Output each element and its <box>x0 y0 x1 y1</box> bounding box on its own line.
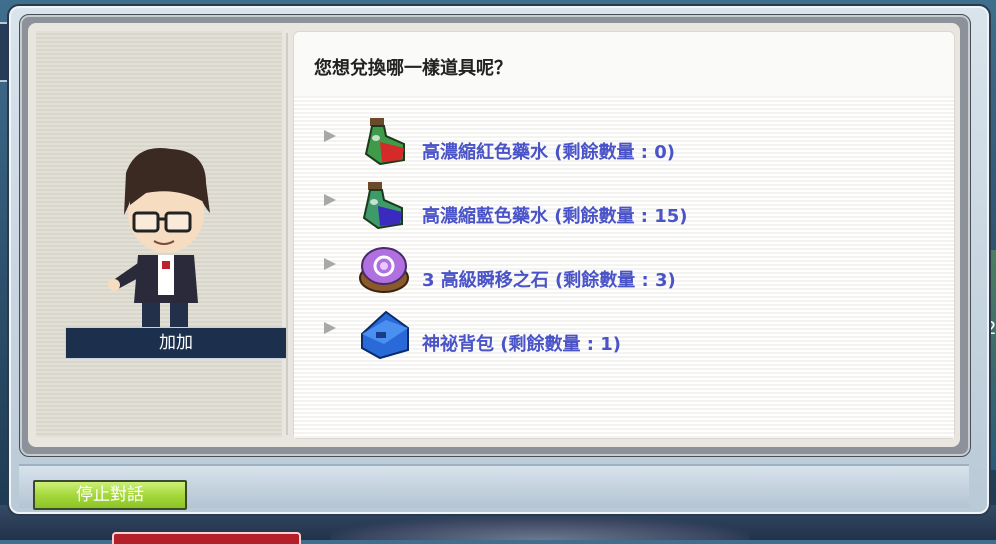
dialog-inner-frame: 加加 您想兌換哪一樣道具呢？ 高濃縮紅色藥水 (剩餘數量 : 0) 高濃縮藍色藥… <box>19 14 971 457</box>
exchange-option-red-potion[interactable]: 高濃縮紅色藥水 (剩餘數量 : 0) <box>324 114 934 170</box>
panel-divider <box>286 33 288 435</box>
dialog-question: 您想兌換哪一樣道具呢？ <box>314 58 512 79</box>
dialog-text-panel: 您想兌換哪一樣道具呢？ 高濃縮紅色藥水 (剩餘數量 : 0) 高濃縮藍色藥水 (… <box>293 31 955 439</box>
blue-potion-icon <box>362 182 403 230</box>
option-label: 3 高級瞬移之石 (剩餘數量 : 3) <box>422 270 676 291</box>
background-rock <box>330 516 750 540</box>
backpack-icon <box>361 310 409 360</box>
background-red-tab <box>112 532 301 544</box>
npc-name-label: 加加 <box>65 327 287 359</box>
dialog-content: 加加 您想兌換哪一樣道具呢？ 高濃縮紅色藥水 (剩餘數量 : 0) 高濃縮藍色藥… <box>28 23 960 447</box>
exchange-option-blue-potion[interactable]: 高濃縮藍色藥水 (剩餘數量 : 15) <box>324 178 934 234</box>
red-potion-icon <box>364 118 405 166</box>
npc-portrait-panel: 加加 <box>36 31 287 437</box>
option-label: 高濃縮藍色藥水 (剩餘數量 : 15) <box>422 206 688 227</box>
npc-character-image <box>108 148 210 333</box>
option-arrow-icon <box>324 322 336 334</box>
option-arrow-icon <box>324 130 336 142</box>
dialog-bottom-bar: 停止對話 <box>19 464 969 510</box>
exchange-option-mystery-backpack[interactable]: 神祕背包 (剩餘數量 : 1) <box>324 306 934 362</box>
exchange-option-teleport-stone[interactable]: 3 高級瞬移之石 (剩餘數量 : 3) <box>324 242 934 298</box>
stop-conversation-button[interactable]: 停止對話 <box>33 480 187 510</box>
option-label: 高濃縮紅色藥水 (剩餘數量 : 0) <box>422 142 675 163</box>
npc-dialog-window: 加加 您想兌換哪一樣道具呢？ 高濃縮紅色藥水 (剩餘數量 : 0) 高濃縮藍色藥… <box>7 4 991 516</box>
option-arrow-icon <box>324 194 336 206</box>
option-label: 神祕背包 (剩餘數量 : 1) <box>422 334 621 355</box>
teleport-stone-icon <box>359 247 409 293</box>
option-arrow-icon <box>324 258 336 270</box>
